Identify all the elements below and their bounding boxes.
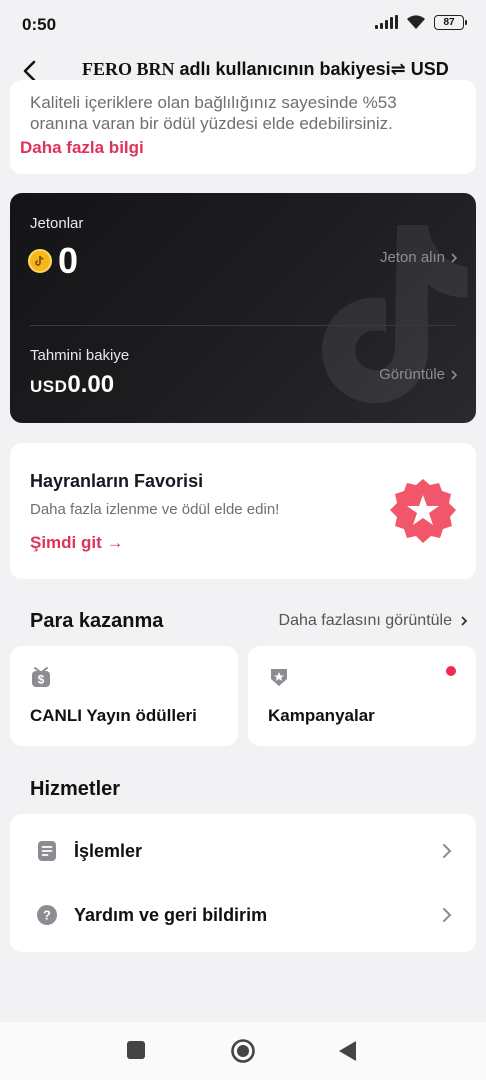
tiktok-watermark-icon bbox=[322, 225, 468, 404]
help-icon: ? bbox=[37, 905, 57, 925]
wifi-icon bbox=[407, 15, 425, 29]
transactions-row[interactable]: İşlemler bbox=[10, 822, 476, 880]
view-more-link[interactable]: Daha fazlasını görüntüle bbox=[279, 612, 468, 630]
balance-amount: 0.00 bbox=[67, 371, 115, 398]
fans-favorite-card: Hayranların Favorisi Daha fazla izlenme … bbox=[10, 443, 476, 579]
services-card: İşlemler ? Yardım ve geri bildirim bbox=[10, 814, 476, 952]
document-icon bbox=[38, 841, 56, 861]
notification-dot bbox=[446, 666, 456, 676]
system-nav-bar bbox=[0, 1022, 486, 1080]
go-now-link[interactable]: Şimdi git → bbox=[30, 533, 124, 553]
account-name: FERO BRN bbox=[82, 59, 175, 79]
chevron-right-icon bbox=[451, 369, 458, 380]
fans-favorite-title: Hayranların Favorisi bbox=[30, 471, 204, 491]
battery-level: 87 bbox=[443, 16, 455, 28]
help-feedback-label: Yardım ve geri bildirim bbox=[74, 904, 268, 925]
services-title: Hizmetler bbox=[30, 778, 121, 800]
star-badge-icon bbox=[390, 479, 456, 543]
currency-switch[interactable]: ⇌ USD bbox=[391, 59, 449, 79]
campaigns-label: Kampanyalar bbox=[268, 706, 375, 725]
live-rewards-label: CANLI Yayın ödülleri bbox=[30, 706, 197, 725]
star-shield-icon bbox=[271, 669, 287, 686]
svg-text:?: ? bbox=[43, 908, 51, 923]
live-rewards-card[interactable]: $ CANLI Yayın ödülleri bbox=[10, 646, 238, 746]
fans-favorite-subtitle: Daha fazla izlenme ve ödül elde edin! bbox=[30, 501, 280, 518]
signal-icon bbox=[375, 15, 398, 29]
page-title-text: adlı kullanıcının bakiyesi bbox=[174, 59, 391, 79]
transactions-label: İşlemler bbox=[74, 840, 143, 861]
help-feedback-row[interactable]: ? Yardım ve geri bildirim bbox=[10, 886, 476, 944]
chevron-right-icon bbox=[443, 908, 452, 922]
currency-code: USD bbox=[30, 377, 68, 396]
battery-icon: 87 bbox=[434, 14, 467, 30]
coin-value: 0 bbox=[58, 240, 79, 281]
estimated-balance: USD 0.00 bbox=[30, 371, 114, 399]
recent-apps-button[interactable] bbox=[126, 1040, 146, 1060]
buy-coins-label: Jeton alın bbox=[379, 249, 445, 266]
status-time: 0:50 bbox=[22, 15, 57, 34]
chevron-right-icon bbox=[461, 616, 468, 626]
learn-more-link[interactable]: Daha fazla bilgi bbox=[20, 138, 144, 158]
buy-coins-button[interactable]: Jeton alın bbox=[380, 249, 458, 266]
coin-balance: 0 bbox=[28, 241, 78, 281]
home-button[interactable] bbox=[230, 1038, 256, 1064]
chevron-right-icon bbox=[451, 252, 458, 263]
view-balance-label: Görüntüle bbox=[379, 366, 445, 383]
balance-divider bbox=[30, 325, 456, 326]
reward-info-card: Kaliteli içeriklere olan bağlılığınız sa… bbox=[10, 80, 476, 174]
status-icons: 87 bbox=[375, 14, 467, 30]
monetization-title: Para kazanma bbox=[30, 610, 164, 632]
status-bar: 0:50 87 bbox=[0, 0, 486, 48]
view-balance-button[interactable]: Görüntüle bbox=[379, 366, 458, 383]
coin-icon bbox=[28, 249, 52, 273]
learn-more-label: Daha fazla bilgi bbox=[20, 138, 144, 157]
chevron-right-icon bbox=[443, 844, 452, 858]
go-now-label: Şimdi git → bbox=[30, 533, 124, 552]
balance-card: Jetonlar 0 Jeton alın Tahmini bakiye USD… bbox=[10, 193, 476, 423]
reward-info-text: Kaliteli içeriklere olan bağlılığınız sa… bbox=[30, 93, 397, 133]
estimated-balance-label: Tahmini bakiye bbox=[30, 347, 130, 364]
svg-text:$: $ bbox=[38, 673, 45, 687]
page-title[interactable]: FERO BRN adlı kullanıcının bakiyesi⇌ USD bbox=[82, 59, 449, 80]
campaigns-card[interactable]: Kampanyalar bbox=[248, 646, 476, 746]
back-nav-button[interactable] bbox=[338, 1040, 358, 1062]
view-more-label: Daha fazlasını görüntüle bbox=[278, 612, 452, 629]
dollar-gift-icon: $ bbox=[32, 667, 50, 687]
coins-label: Jetonlar bbox=[30, 215, 84, 232]
